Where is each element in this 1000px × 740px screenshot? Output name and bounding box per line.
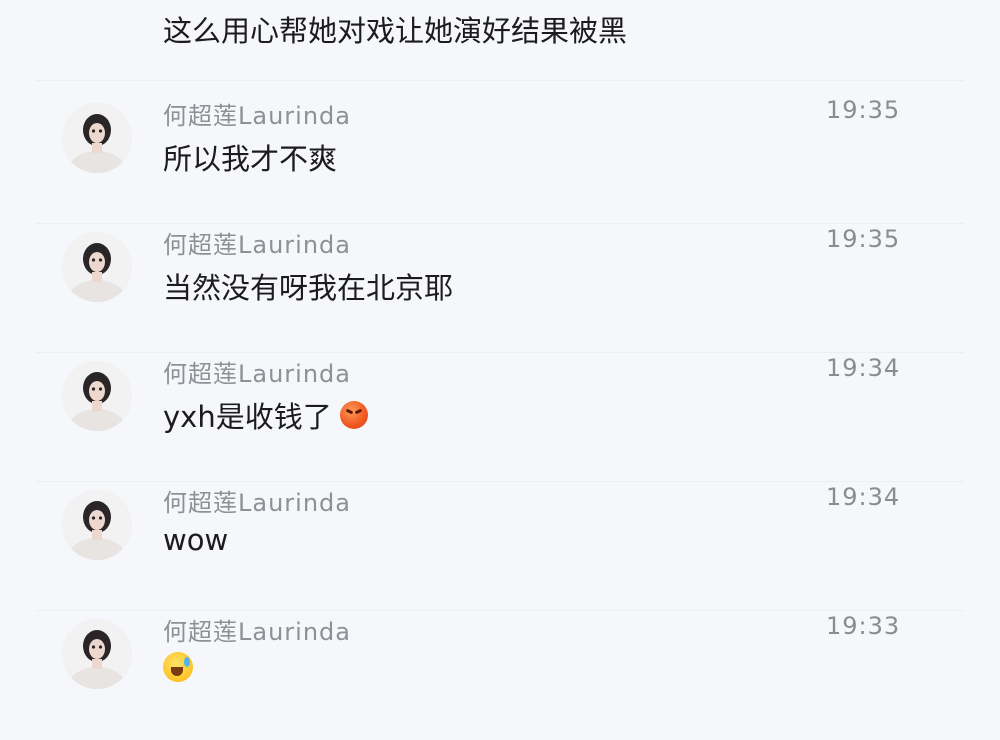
avatar[interactable]: [62, 103, 132, 173]
sender-name: 何超莲Laurinda: [163, 231, 351, 259]
message-text-content: 当然没有呀我在北京耶: [163, 271, 454, 305]
message-item[interactable]: 何超莲Laurinda 19:35 所以我才不爽: [0, 96, 1000, 224]
message-text: 这么用心帮她对戏让她演好结果被黑: [163, 8, 627, 50]
message-text-content: wow: [163, 523, 229, 557]
avatar-image: [62, 103, 132, 173]
divider: [36, 481, 964, 482]
message-text: 当然没有呀我在北京耶: [163, 265, 453, 307]
sender-name: 何超莲Laurinda: [163, 360, 351, 388]
angry-face-emoji-icon: [339, 401, 368, 429]
laughing-tears-emoji-icon: [163, 652, 193, 682]
avatar[interactable]: [62, 361, 132, 431]
message-item[interactable]: 何超莲Laurinda 19:35 当然没有呀我在北京耶: [0, 225, 1000, 353]
sender-name: 何超莲Laurinda: [163, 489, 351, 517]
message-time: 19:34: [826, 354, 901, 382]
message-time: 19:35: [826, 225, 901, 253]
divider: [36, 80, 964, 81]
message-item[interactable]: 何超莲Laurinda 19:34 wow: [0, 483, 1000, 611]
message-time: 19:33: [826, 612, 901, 640]
message-item[interactable]: 何超莲Laurinda 19:34 yxh是收钱了: [0, 354, 1000, 482]
avatar[interactable]: [62, 232, 132, 302]
message-text: yxh是收钱了: [163, 394, 368, 436]
sender-name: 何超莲Laurinda: [163, 102, 351, 130]
message-text: wow: [163, 523, 228, 557]
message-text-content: yxh是收钱了: [163, 400, 332, 434]
message-text-content: 这么用心帮她对戏让她演好结果被黑: [163, 14, 628, 48]
divider: [36, 223, 964, 224]
avatar-image: [62, 361, 132, 431]
divider: [36, 610, 964, 611]
message-item[interactable]: 这么用心帮她对戏让她演好结果被黑: [0, 0, 1000, 81]
avatar-image: [62, 232, 132, 302]
sender-name: 何超莲Laurinda: [163, 618, 351, 646]
chat-message-list[interactable]: 这么用心帮她对戏让她演好结果被黑 何超莲Laurinda 19:35 所以我才不…: [0, 0, 1000, 721]
avatar-image: [62, 619, 132, 689]
message-text-content: 所以我才不爽: [163, 142, 338, 176]
message-time: 19:35: [826, 96, 901, 124]
message-time: 19:34: [826, 483, 901, 511]
message-text: [163, 652, 193, 682]
avatar[interactable]: [62, 619, 132, 689]
avatar[interactable]: [62, 490, 132, 560]
divider: [36, 352, 964, 353]
message-text: 所以我才不爽: [163, 136, 337, 178]
avatar-image: [62, 490, 132, 560]
